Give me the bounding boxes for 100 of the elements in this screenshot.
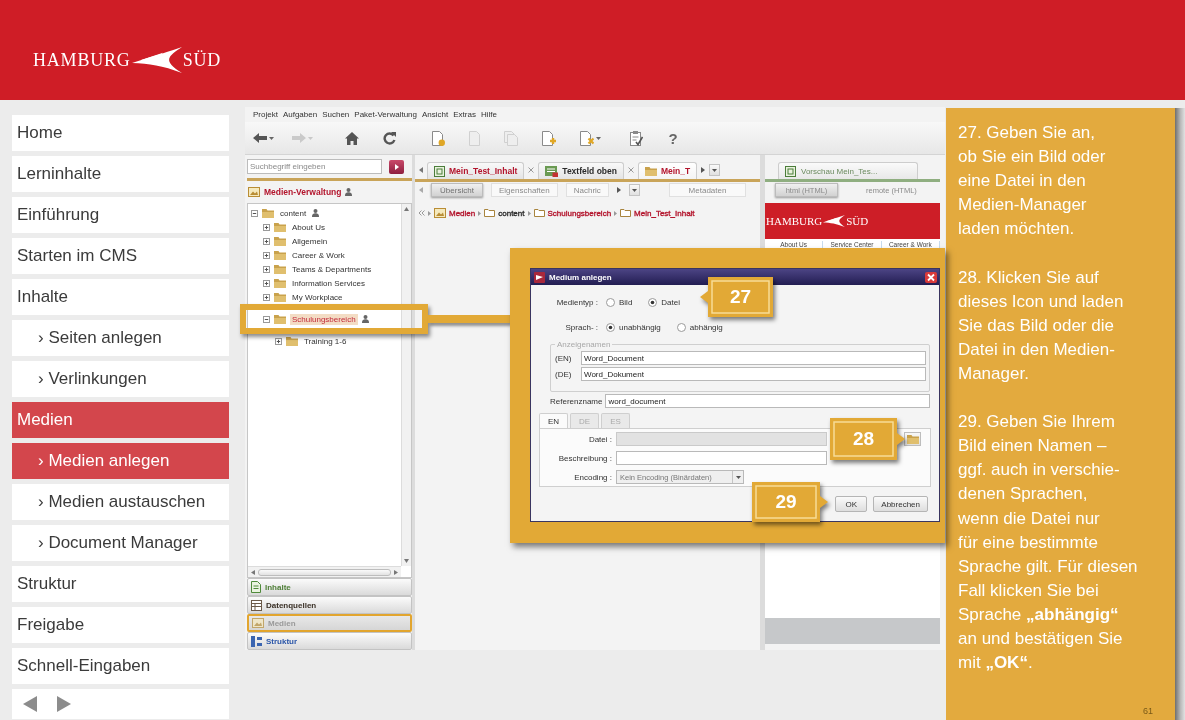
collapse-icon[interactable]	[263, 315, 270, 323]
breadcrumb-link[interactable]: Mein_Test_Inhalt	[634, 208, 695, 218]
panel-button[interactable]: Datenquellen	[247, 596, 412, 614]
right-triangle-icon[interactable]	[701, 167, 706, 173]
tree-item[interactable]: About Us	[290, 221, 327, 233]
tree-item[interactable]: Teams & Departments	[290, 263, 374, 275]
view-tab[interactable]: Nachric	[565, 183, 609, 197]
breadcrumb-link[interactable]: Schulungsbereich	[547, 208, 612, 218]
editor-tab[interactable]: Mein_T	[637, 162, 698, 179]
text-field[interactable]: Word_Dokument	[581, 367, 926, 381]
panel-button[interactable]: Inhalte	[247, 578, 412, 596]
radio-option[interactable]: unabhängig	[606, 322, 661, 332]
folder-icon	[274, 292, 286, 302]
dialog-button[interactable]: Abbrechen	[873, 496, 928, 512]
page-icon	[434, 165, 445, 177]
horizontal-scrollbar[interactable]	[248, 566, 401, 577]
toolbar-button[interactable]: ?	[664, 127, 682, 149]
breadcrumb-link[interactable]: content	[498, 208, 525, 218]
double-chevron-icon[interactable]	[418, 210, 425, 216]
menu-item[interactable]: Paket-Verwaltung	[354, 110, 417, 119]
search-field[interactable]: Suchbegriff eingeben	[247, 159, 382, 174]
tree-item[interactable]: Training 1-6	[302, 335, 349, 347]
tree-item[interactable]: My Workplace	[290, 291, 345, 303]
next-button[interactable]	[55, 695, 73, 713]
text-field[interactable]: Word_Document	[581, 351, 926, 365]
panel-title: Medien-Verwaltung	[264, 187, 342, 197]
tree-item[interactable]: Schulungsbereich	[290, 313, 358, 325]
dialog-button[interactable]: OK	[835, 496, 868, 512]
vertical-scrollbar[interactable]	[401, 204, 411, 566]
tree-item[interactable]: Allgemein	[290, 235, 330, 247]
right-triangle-icon[interactable]	[616, 187, 621, 193]
up-triangle-icon	[404, 207, 409, 211]
collapse-icon[interactable]	[251, 209, 258, 217]
preview-tab[interactable]: Vorschau Mein_Tes...	[778, 162, 918, 179]
instruction-text: 29. Geben Sie Ihrem Bild einen Namen – ggf. auch in verschie- denen Sprachen, wenn die Datei nur für eine bestimmte Sprache gilt. Für diesen Fall klicken Sie bei Sprache „abhängig“ an und bestätigen Sie mit „OK“.	[958, 411, 1139, 675]
picture-icon	[434, 208, 446, 218]
logo-text: SÜD	[182, 49, 222, 72]
nav-item[interactable]: Starten im CMS	[12, 238, 229, 274]
view-tab[interactable]: Eigenschaften	[491, 183, 558, 197]
menu-item[interactable]: Ansicht	[422, 110, 449, 119]
expand-icon[interactable]	[263, 237, 270, 245]
folder-icon	[620, 209, 632, 217]
view-tab[interactable]: Übersicht	[431, 183, 483, 197]
expand-icon[interactable]	[263, 251, 270, 259]
dropdown-button[interactable]	[709, 164, 721, 176]
menu-item[interactable]: Suchen	[322, 110, 350, 119]
nav-item[interactable]: Medien	[12, 402, 229, 438]
expand-icon[interactable]	[263, 223, 270, 231]
field-label: (DE)	[555, 369, 573, 379]
view-tab[interactable]: Metadaten	[669, 183, 746, 197]
close-icon[interactable]	[528, 167, 535, 173]
folder-icon	[274, 222, 286, 232]
sitemap-icon	[251, 635, 262, 647]
menu-item[interactable]: Extras	[453, 110, 476, 119]
left-triangle-icon[interactable]	[419, 167, 423, 173]
nav-item[interactable]: › Medien anlegen	[12, 443, 229, 479]
close-button[interactable]	[925, 271, 937, 283]
nav-item[interactable]: › Medien austauschen	[12, 484, 229, 520]
nav-item[interactable]: Einführung	[12, 197, 229, 233]
menu-item[interactable]: Projekt	[253, 110, 278, 119]
editor-tab[interactable]: Mein_Test_Inhalt	[427, 162, 525, 179]
field-label: Encoding :	[573, 472, 612, 482]
caret-icon	[631, 188, 637, 192]
search-button[interactable]	[389, 159, 404, 174]
folder-icon	[274, 264, 286, 274]
expand-icon[interactable]	[263, 265, 270, 273]
menu-item[interactable]: Hilfe	[480, 110, 497, 119]
expand-icon[interactable]	[275, 337, 282, 345]
editor-tab[interactable]: Textfeld oben	[538, 162, 624, 179]
breadcrumb-link[interactable]: Medien	[449, 208, 476, 218]
dropdown-button[interactable]	[628, 184, 640, 196]
radio-option[interactable]: Datei	[648, 297, 681, 307]
radio-option[interactable]: Bild	[606, 297, 633, 307]
nav-item[interactable]: Home	[12, 115, 229, 151]
tree-item[interactable]: content	[278, 207, 309, 219]
panel-button[interactable]: Struktur	[247, 632, 412, 650]
menu-item[interactable]: Aufgaben	[282, 110, 318, 119]
text-field[interactable]: word_document	[605, 394, 930, 408]
language-tab[interactable]: EN	[539, 413, 568, 428]
tree-item[interactable]: Information Services	[290, 277, 367, 289]
nav-item[interactable]: › Verlinkungen	[12, 361, 229, 397]
nav-item[interactable]: › Seiten anlegen	[12, 320, 229, 356]
tree-item[interactable]: Career & Work	[290, 249, 347, 261]
text-field[interactable]	[616, 451, 827, 465]
field-label: Datei :	[587, 434, 612, 444]
folder-icon	[484, 209, 496, 217]
nav-item[interactable]: Struktur	[12, 566, 229, 602]
nav-item[interactable]: Schnell-Eingaben	[12, 648, 229, 684]
nav-item[interactable]: Lerninhalte	[12, 156, 229, 192]
expand-icon[interactable]	[263, 293, 270, 301]
field-label: Referenzname	[550, 396, 603, 406]
expand-icon[interactable]	[263, 279, 270, 287]
folder-icon	[274, 278, 286, 288]
close-icon[interactable]	[627, 167, 634, 173]
nav-item[interactable]: Inhalte	[12, 279, 229, 315]
radio-option[interactable]: abhängig	[676, 322, 723, 332]
right-triangle-icon	[478, 210, 482, 216]
nav-item[interactable]: › Document Manager	[12, 525, 229, 561]
nav-item[interactable]: Freigabe	[12, 607, 229, 643]
previous-button[interactable]	[21, 695, 39, 713]
